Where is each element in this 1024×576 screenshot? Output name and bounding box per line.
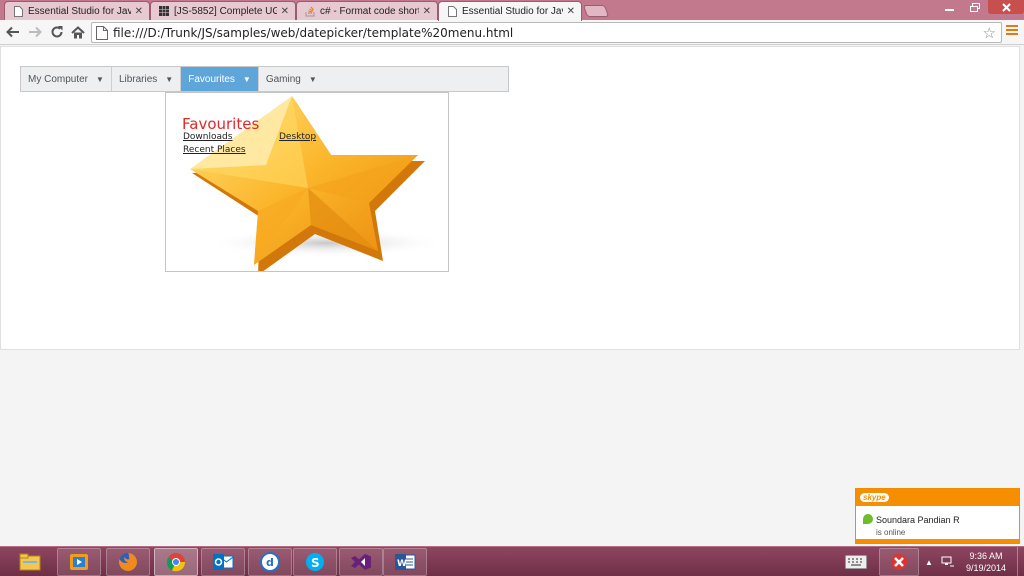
word-icon[interactable]: W bbox=[383, 548, 427, 576]
menu-item-my-computer[interactable]: My Computer ▼ bbox=[21, 67, 112, 91]
address-bar[interactable]: file:///D:/Trunk/JS/samples/web/datepick… bbox=[91, 22, 1002, 43]
jira-icon bbox=[159, 6, 169, 17]
desktop-link[interactable]: Desktop bbox=[279, 132, 316, 142]
favourites-title: Favourites bbox=[182, 115, 260, 133]
keyboard-icon[interactable] bbox=[845, 547, 867, 576]
stackoverflow-icon bbox=[305, 6, 315, 17]
outlook-icon[interactable] bbox=[201, 548, 245, 576]
clock-date: 9/19/2014 bbox=[965, 563, 1007, 573]
browser-toolbar: file:///D:/Trunk/JS/samples/web/datepick… bbox=[0, 20, 1024, 45]
document-icon bbox=[447, 6, 457, 17]
tab-title: c# - Format code shortcut bbox=[320, 5, 419, 17]
menu-item-label: Favourites bbox=[188, 73, 235, 85]
dropdown-arrow-icon: ▼ bbox=[242, 74, 251, 84]
skype-tray-icon[interactable] bbox=[879, 548, 919, 576]
firefox-icon[interactable] bbox=[106, 548, 150, 576]
dropdown-arrow-icon: ▼ bbox=[96, 74, 104, 84]
skype-logo: skype bbox=[860, 493, 889, 502]
tab-close-icon[interactable]: ✕ bbox=[423, 6, 431, 17]
skype-notification[interactable]: skype Soundara Pandian R is online bbox=[855, 488, 1020, 544]
new-tab-button[interactable] bbox=[582, 5, 610, 17]
file-explorer-icon[interactable] bbox=[8, 548, 52, 576]
d-app-icon[interactable]: d bbox=[248, 548, 292, 576]
contact-name: Soundara Pandian R bbox=[876, 515, 960, 525]
skype-header: skype bbox=[856, 489, 1019, 506]
browser-tab-3[interactable]: c# - Format code shortcut ✕ bbox=[296, 1, 438, 20]
back-arrow-icon[interactable] bbox=[4, 23, 22, 41]
tab-title: [JS-5852] Complete UG for bbox=[174, 5, 277, 17]
browser-tab-2[interactable]: [JS-5852] Complete UG for ✕ bbox=[150, 1, 296, 20]
svg-text:W: W bbox=[397, 559, 407, 569]
menu-item-label: Gaming bbox=[265, 73, 301, 85]
media-player-icon[interactable] bbox=[57, 548, 101, 576]
menu-item-favourites[interactable]: Favourites ▼ bbox=[181, 67, 259, 91]
online-status-icon bbox=[863, 514, 873, 524]
windows-taskbar: d S W ▲ 9:36 AM 9/19/2014 bbox=[0, 546, 1024, 576]
tab-title: Essential Studio for JavaSc bbox=[28, 5, 131, 17]
svg-text:d: d bbox=[266, 556, 274, 569]
browser-tab-4[interactable]: Essential Studio for JavaSc ✕ bbox=[438, 1, 582, 21]
page-viewport: My Computer ▼ Libraries ▼ Favourites ▼ G… bbox=[0, 46, 1024, 546]
show-hidden-icons-icon[interactable]: ▲ bbox=[925, 547, 933, 576]
page-content: My Computer ▼ Libraries ▼ Favourites ▼ G… bbox=[0, 46, 1020, 350]
tab-close-icon[interactable]: ✕ bbox=[567, 6, 575, 17]
clock-time: 9:36 AM bbox=[969, 551, 1003, 561]
browser-titlebar: Essential Studio for JavaSc ✕ [JS-5852] … bbox=[0, 0, 1024, 21]
contact-status: is online bbox=[876, 528, 906, 537]
chrome-menu-icon[interactable] bbox=[1006, 25, 1018, 39]
skype-bottom-bar bbox=[856, 539, 1019, 543]
chrome-icon[interactable] bbox=[154, 548, 198, 576]
menu-item-label: Libraries bbox=[118, 73, 158, 85]
restore-icon[interactable] bbox=[962, 0, 988, 14]
menu-item-label: My Computer bbox=[28, 73, 89, 85]
home-icon[interactable] bbox=[69, 23, 87, 41]
menu-item-gaming[interactable]: Gaming ▼ bbox=[259, 67, 324, 91]
tab-title: Essential Studio for JavaSc bbox=[462, 6, 563, 17]
document-icon bbox=[13, 5, 23, 17]
bookmark-star-icon[interactable]: ☆ bbox=[983, 24, 996, 42]
network-icon[interactable] bbox=[941, 547, 955, 576]
dropdown-arrow-icon: ▼ bbox=[165, 74, 174, 84]
forward-arrow-icon[interactable] bbox=[26, 23, 44, 41]
url-text[interactable]: file:///D:/Trunk/JS/samples/web/datepick… bbox=[113, 26, 1001, 40]
show-desktop-button[interactable] bbox=[1017, 547, 1024, 576]
reload-icon[interactable] bbox=[48, 23, 66, 41]
recent-places-link[interactable]: Recent Places bbox=[183, 145, 246, 155]
browser-tab-1[interactable]: Essential Studio for JavaSc ✕ bbox=[4, 1, 150, 20]
dropdown-arrow-icon: ▼ bbox=[308, 74, 317, 84]
menu-item-libraries[interactable]: Libraries ▼ bbox=[112, 67, 182, 91]
close-window-icon[interactable] bbox=[988, 0, 1024, 14]
page-icon bbox=[96, 26, 108, 40]
skype-icon[interactable]: S bbox=[293, 548, 337, 576]
downloads-link[interactable]: Downloads bbox=[183, 132, 232, 142]
svg-text:S: S bbox=[311, 556, 320, 570]
tab-close-icon[interactable]: ✕ bbox=[135, 6, 143, 17]
minimize-icon[interactable] bbox=[936, 0, 962, 14]
menu-bar: My Computer ▼ Libraries ▼ Favourites ▼ G… bbox=[20, 66, 509, 92]
visual-studio-icon[interactable] bbox=[339, 548, 383, 576]
tab-close-icon[interactable]: ✕ bbox=[281, 6, 289, 17]
system-clock[interactable]: 9:36 AM 9/19/2014 bbox=[958, 550, 1014, 574]
favourites-dropdown-panel: Favourites Downloads Desktop Recent Plac… bbox=[165, 92, 449, 272]
